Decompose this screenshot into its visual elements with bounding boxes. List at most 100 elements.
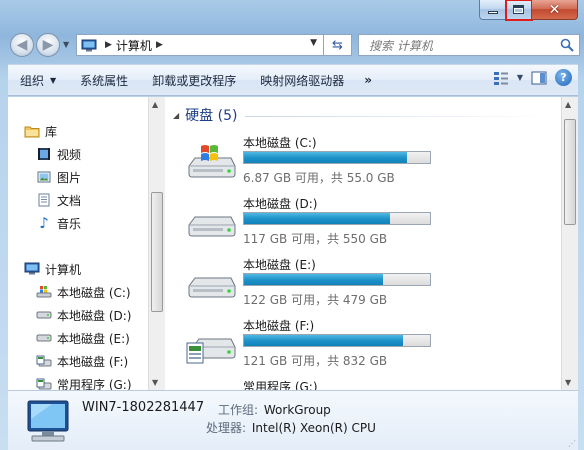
drive-tile-f[interactable]: 本地磁盘 (F:) 121 GB 可用，共 832 GB <box>185 317 555 375</box>
nav-item-computer[interactable]: 计算机 <box>24 259 81 279</box>
nav-item-label: 本地磁盘 (D:) <box>57 308 132 323</box>
drive-tile-d[interactable]: 本地磁盘 (D:) 117 GB 可用，共 550 GB <box>185 195 555 253</box>
hard-drive-icon <box>188 277 236 298</box>
nav-scrollbar[interactable]: ▲ ▼ <box>148 97 165 390</box>
nav-item-label: 本地磁盘 (C:) <box>57 285 131 300</box>
close-button[interactable]: ✕ <box>532 0 578 20</box>
refresh-icon: ⇆ <box>332 37 343 53</box>
picture-icon <box>36 169 52 185</box>
uninstall-label: 卸载或更改程序 <box>152 73 237 88</box>
main-scroll-thumb[interactable] <box>564 119 576 225</box>
forward-button[interactable]: ▶ <box>36 33 60 57</box>
drive-usage-fill <box>244 152 407 163</box>
nav-item-drive-d[interactable]: 本地磁盘 (D:) <box>36 305 131 325</box>
search-box[interactable]: 搜索 计算机 <box>358 34 580 56</box>
breadcrumb-separator[interactable]: ▶ <box>105 40 112 50</box>
nav-item-drive-c[interactable]: 本地磁盘 (C:) <box>36 282 131 302</box>
drive-usage-bar <box>243 273 431 286</box>
music-icon: ♪ <box>39 214 49 232</box>
more-commands-button[interactable]: » <box>356 64 380 96</box>
nav-scroll-thumb[interactable] <box>151 192 163 312</box>
drive-usage-bar <box>243 151 431 164</box>
address-bar[interactable]: ▶ 计算机 ▶ ▼ <box>76 34 324 56</box>
nav-item-documents[interactable]: 文档 <box>36 190 81 210</box>
drive-space-info: 121 GB 可用，共 832 GB <box>243 354 388 368</box>
minimize-button[interactable] <box>479 0 506 20</box>
nav-item-drive-f[interactable]: 本地磁盘 (F:) <box>36 351 128 371</box>
navigation-pane: 库 视频 图片 文档 ♪ 音乐 计算机 本地磁盘 (C:) 本地磁盘 (D:) … <box>8 97 148 392</box>
nav-item-library[interactable]: 库 <box>24 121 57 141</box>
resize-grip-icon[interactable]: ⋰ <box>568 439 576 448</box>
refresh-button[interactable]: ⇆ <box>324 34 352 56</box>
address-row: ◀ ▶ ▼ ▶ 计算机 ▶ ▼ ⇆ 搜索 计算机 <box>8 30 580 60</box>
drive-tile-c[interactable]: 本地磁盘 (C:) 6.87 GB 可用，共 55.0 GB <box>185 134 555 192</box>
nav-item-label: 本地磁盘 (F:) <box>57 354 129 369</box>
organize-button[interactable]: 组织 ▼ <box>8 64 68 96</box>
forward-arrow-icon: ▶ <box>42 37 54 53</box>
system-properties-button[interactable]: 系统属性 <box>68 64 140 96</box>
computer-icon <box>81 39 97 51</box>
nav-item-label: 文档 <box>57 193 82 208</box>
back-button[interactable]: ◀ <box>10 33 34 57</box>
drive-usage-fill <box>244 274 383 285</box>
processor-label: 处理器: <box>206 421 247 435</box>
map-network-drive-button[interactable]: 映射网络驱动器 <box>248 64 356 96</box>
main-scrollbar[interactable]: ▲ ▼ <box>561 97 578 390</box>
nav-item-drive-e[interactable]: 本地磁盘 (E:) <box>36 328 130 348</box>
hard-drive-icon <box>188 216 236 237</box>
file-list-pane: ◢ 硬盘 (5) 本地磁盘 (C:) 6.87 GB 可用，共 55.0 GB <box>165 97 561 390</box>
nav-item-videos[interactable]: 视频 <box>36 144 81 164</box>
drive-tile-g[interactable]: 常用程序 (G:) <box>185 378 555 390</box>
address-dropdown-arrow[interactable]: ▼ <box>310 38 317 48</box>
nav-item-label: 视频 <box>57 147 82 162</box>
nav-item-pictures[interactable]: 图片 <box>36 167 81 187</box>
nav-item-music[interactable]: ♪ 音乐 <box>36 213 81 233</box>
change-view-button[interactable]: ▼ <box>493 71 523 85</box>
drive-tile-e[interactable]: 本地磁盘 (E:) 122 GB 可用，共 479 GB <box>185 256 555 314</box>
recent-pages-dropdown[interactable]: ▼ <box>63 40 69 49</box>
close-icon: ✕ <box>548 1 561 18</box>
computer-icon <box>24 261 40 277</box>
breadcrumb-separator[interactable]: ▶ <box>156 40 163 50</box>
windows-drive-icon <box>36 284 52 300</box>
chevron-down-icon: ▼ <box>50 75 57 85</box>
search-icon <box>560 38 574 52</box>
nav-item-label: 库 <box>45 124 58 139</box>
more-label: » <box>364 73 372 87</box>
group-header-label: 硬盘 (5) <box>185 108 238 124</box>
uninstall-button[interactable]: 卸载或更改程序 <box>140 64 248 96</box>
organize-label: 组织 <box>20 73 45 88</box>
program-drive-icon <box>186 338 236 364</box>
command-bar: 组织 ▼ 系统属性 卸载或更改程序 映射网络驱动器 » ▼ ? <box>8 64 578 96</box>
drive-name: 本地磁盘 (C:) <box>243 136 317 150</box>
hard-drive-icon <box>36 330 52 346</box>
group-header-hard-disks[interactable]: ◢ 硬盘 (5) <box>173 105 553 125</box>
back-arrow-icon: ◀ <box>16 37 28 53</box>
nav-item-label: 计算机 <box>45 262 82 277</box>
drive-usage-fill <box>244 335 404 346</box>
processor-field: 处理器: Intel(R) Xeon(R) CPU <box>206 419 376 436</box>
scroll-up-icon[interactable]: ▲ <box>565 100 571 109</box>
breadcrumb-computer[interactable]: 计算机 <box>116 37 152 54</box>
drive-usage-bar <box>243 334 431 347</box>
drive-usage-fill <box>244 213 391 224</box>
map-network-drive-label: 映射网络驱动器 <box>260 73 345 88</box>
view-options-icon <box>493 71 508 85</box>
windows-drive-icon <box>188 145 236 178</box>
maximize-icon <box>513 5 524 14</box>
scroll-up-icon[interactable]: ▲ <box>152 100 158 109</box>
drive-space-info: 6.87 GB 可用，共 55.0 GB <box>243 171 395 185</box>
maximize-button[interactable] <box>505 0 533 21</box>
scroll-down-icon[interactable]: ▼ <box>152 378 158 387</box>
collapse-triangle-icon[interactable]: ◢ <box>173 111 179 120</box>
help-icon[interactable]: ? <box>555 69 572 86</box>
workgroup-value: WorkGroup <box>263 403 331 417</box>
nav-item-label: 图片 <box>57 170 82 185</box>
search-input[interactable]: 搜索 计算机 <box>369 37 433 54</box>
video-icon <box>36 146 52 162</box>
preview-pane-button[interactable] <box>531 71 547 85</box>
drive-name: 本地磁盘 (F:) <box>243 319 315 333</box>
workgroup-field: 工作组: WorkGroup <box>218 401 331 418</box>
scroll-down-icon[interactable]: ▼ <box>565 378 571 387</box>
program-drive-icon <box>36 353 52 369</box>
